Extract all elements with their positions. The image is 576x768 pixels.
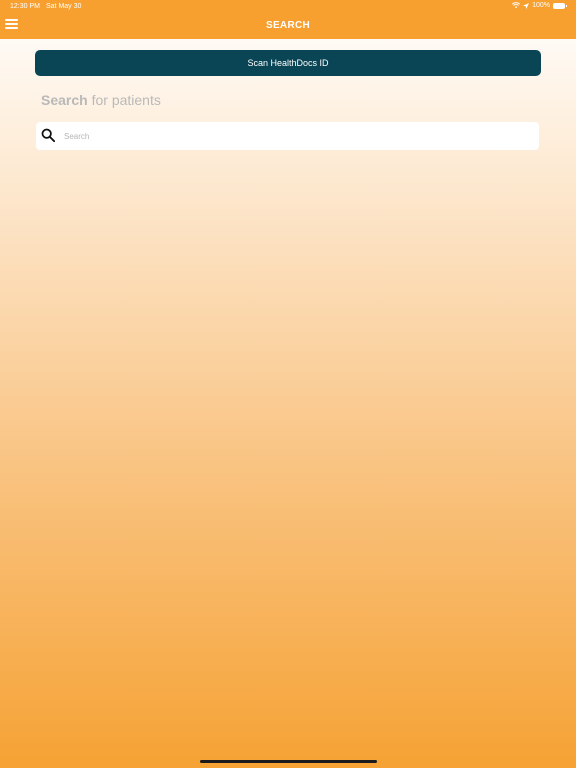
battery-icon	[553, 2, 567, 9]
page-title: SEARCH	[265, 20, 311, 31]
search-icon	[41, 128, 55, 142]
search-heading-bold: Search	[41, 92, 88, 108]
wifi-icon	[512, 2, 521, 9]
search-heading: Search for patients	[41, 92, 161, 108]
status-date: Sat May 30	[46, 3, 82, 10]
status-bar: 12:30 PM Sat May 30 100%	[0, 0, 576, 14]
battery-percentage: 100%	[532, 2, 550, 9]
search-heading-rest: for patients	[87, 92, 161, 108]
home-indicator[interactable]	[200, 760, 377, 763]
status-indicators: 100%	[512, 2, 567, 9]
search-input[interactable]	[64, 127, 524, 145]
scan-button-label: Scan HealthDocs ID	[247, 58, 329, 68]
status-time: 12:30 PM	[10, 3, 40, 10]
scan-healthdocs-id-button[interactable]: Scan HealthDocs ID	[35, 50, 541, 76]
navigation-bar: 12:30 PM Sat May 30 100% SEARCH	[0, 0, 576, 39]
location-arrow-icon	[523, 2, 530, 9]
search-bar[interactable]	[36, 122, 539, 150]
